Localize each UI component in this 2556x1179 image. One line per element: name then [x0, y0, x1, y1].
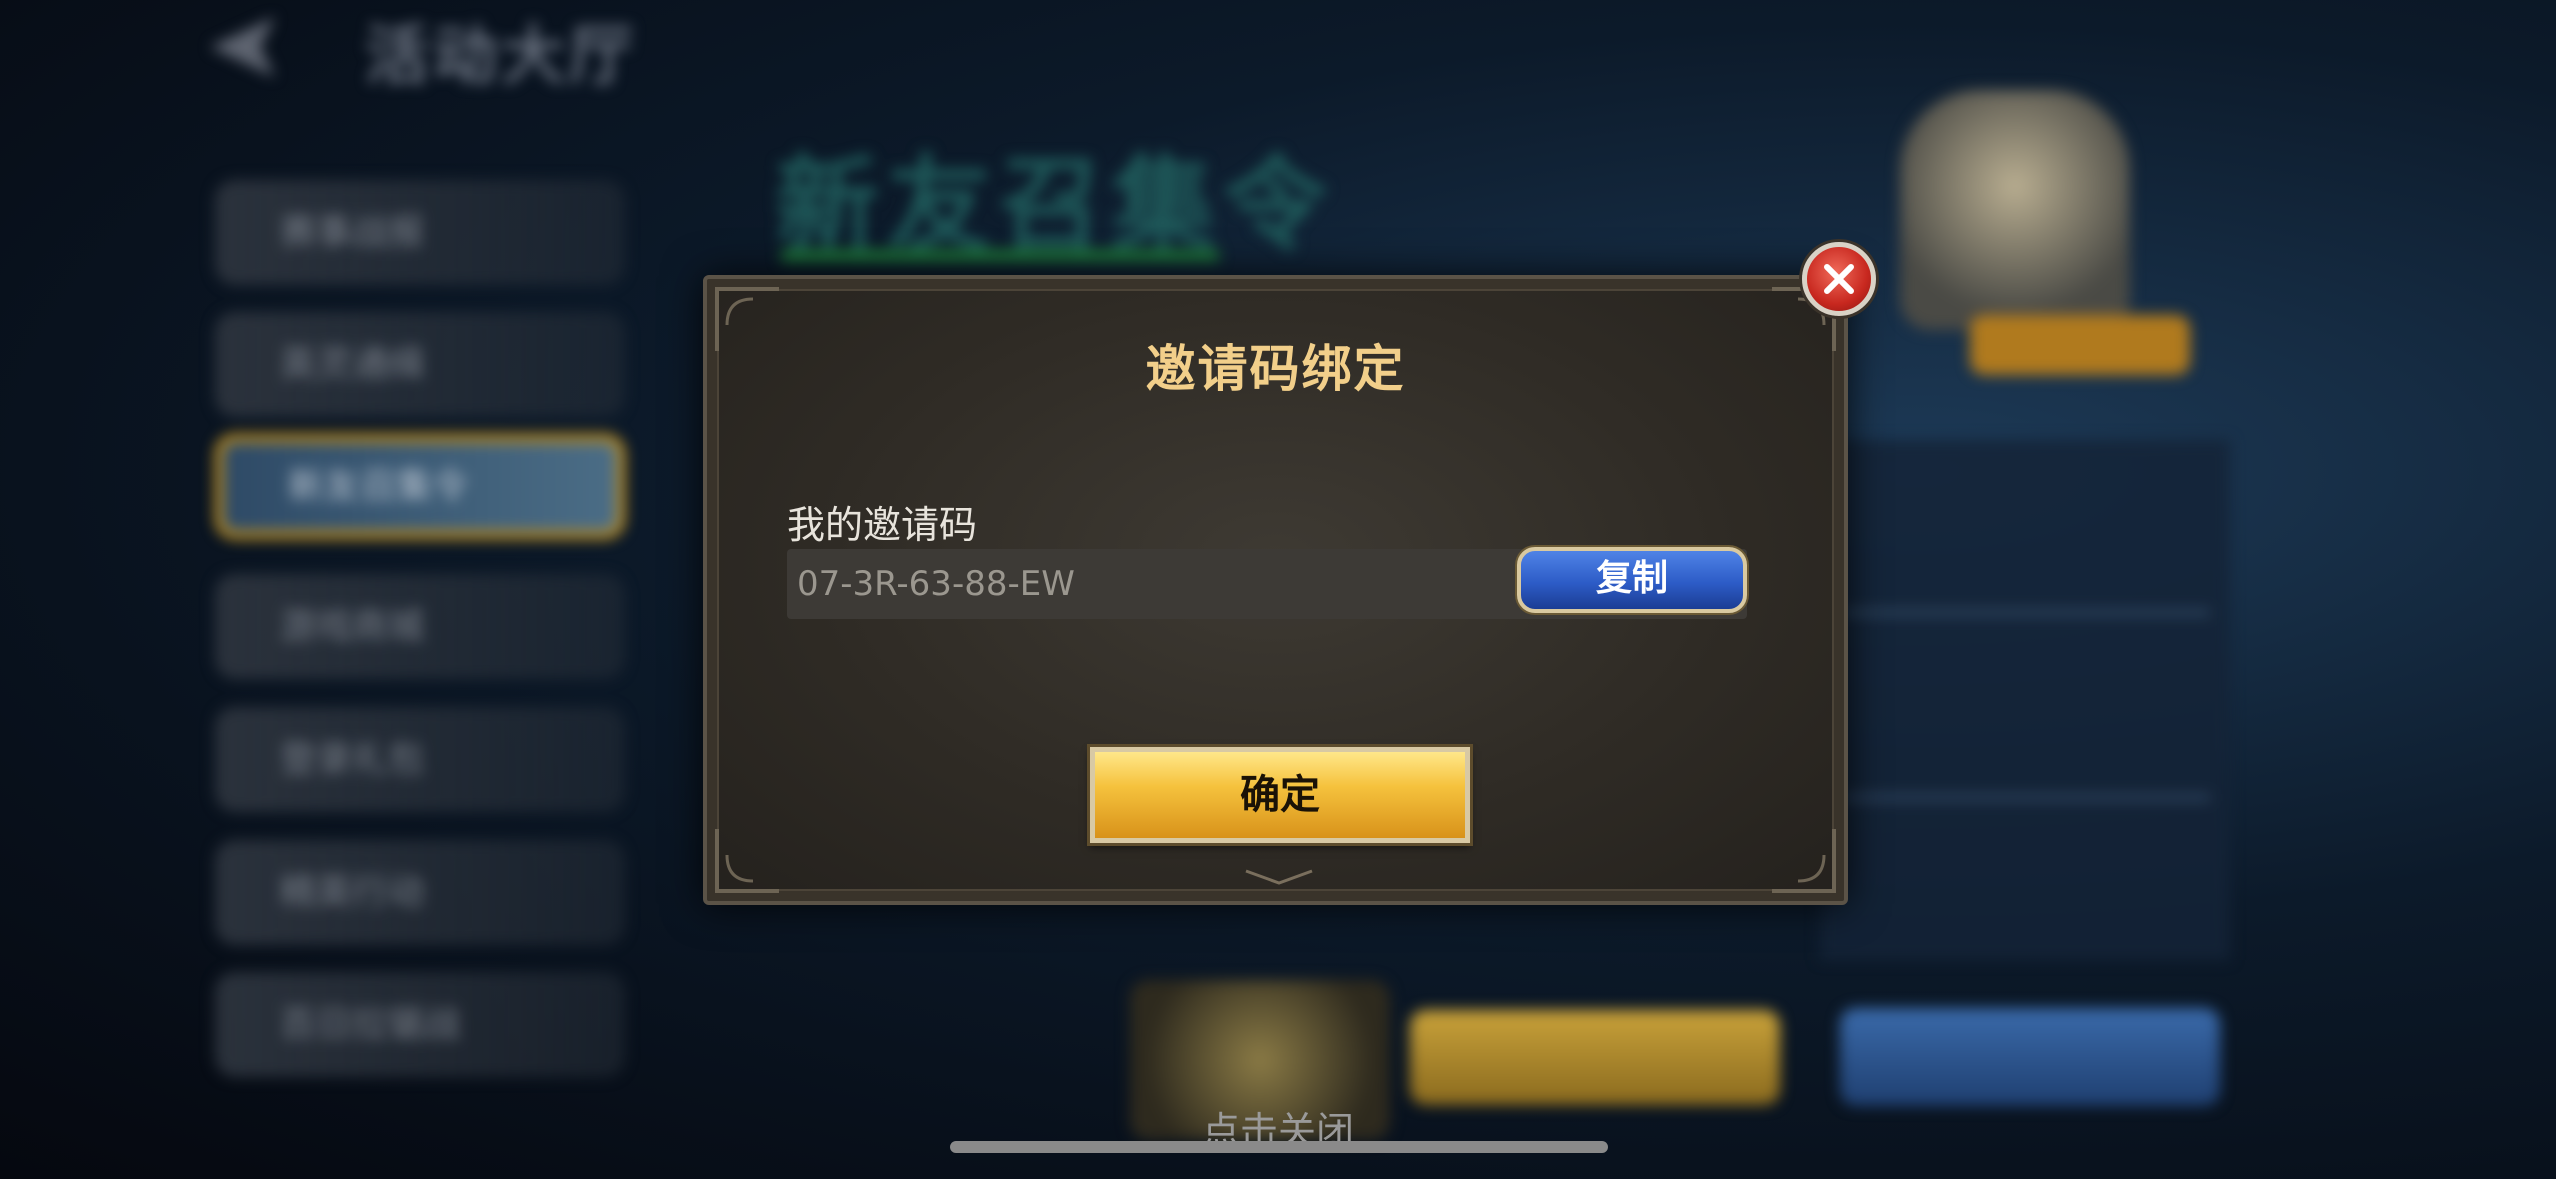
event-heading: 新友召集令: [775, 144, 1336, 266]
heading-underline: [780, 250, 1220, 262]
sidebar-item[interactable]: 赛事战报: [215, 180, 625, 285]
dialog-title: 邀请码绑定: [1145, 340, 1406, 398]
page-title: 活动大厅: [365, 20, 637, 94]
my-invite-code-label: 我的邀请码: [787, 503, 978, 547]
confirm-button[interactable]: 确定: [1090, 747, 1470, 843]
back-arrow-icon[interactable]: [205, 12, 295, 82]
sidebar-item-active[interactable]: 新友召集令: [215, 434, 625, 539]
bottom-ornament-icon: [1244, 867, 1314, 887]
panel-divider: [1840, 610, 2210, 615]
reward-panel: [1820, 440, 2230, 960]
sidebar-item[interactable]: 登录礼包: [215, 707, 625, 812]
corner-ornament: [1768, 825, 1838, 895]
sidebar-item[interactable]: 英灵通缉: [215, 312, 625, 417]
sidebar-item[interactable]: 百日拉锯战: [215, 972, 625, 1077]
home-indicator[interactable]: [950, 1141, 1608, 1153]
copy-button[interactable]: 复制: [1517, 547, 1747, 613]
panel-divider: [1840, 795, 2210, 800]
close-button[interactable]: [1802, 242, 1876, 316]
sidebar-item[interactable]: 精英行动: [215, 840, 625, 945]
hero-button[interactable]: [1970, 315, 2190, 375]
close-x-icon: [1824, 264, 1854, 294]
background-blue-button[interactable]: [1840, 1008, 2220, 1106]
sidebar-item[interactable]: 游戏商城: [215, 574, 625, 679]
background-gold-button[interactable]: [1410, 1010, 1780, 1105]
invite-code-dialog: 邀请码绑定 我的邀请码 07-3R-63-88-EW 复制 确定: [703, 275, 1848, 905]
corner-ornament: [713, 825, 783, 895]
hero-portrait: [1900, 90, 2130, 330]
